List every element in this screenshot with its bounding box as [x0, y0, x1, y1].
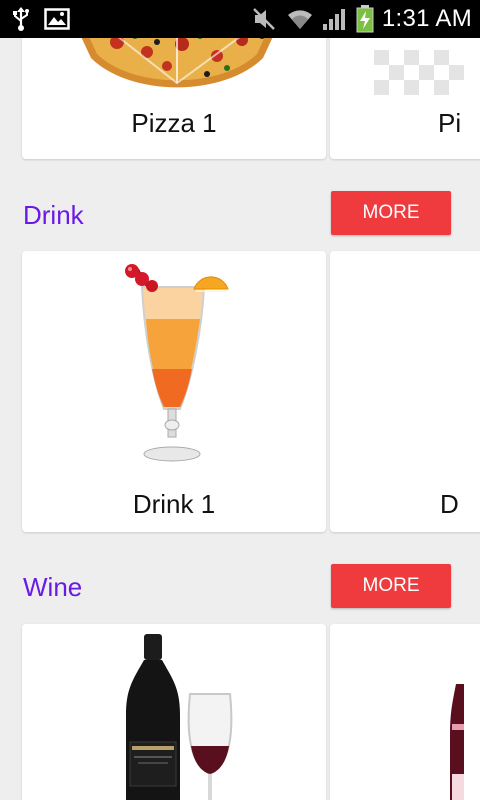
pizza-label-1: Pizza 1	[131, 108, 217, 138]
usb-icon	[12, 6, 30, 32]
pizza-image	[77, 38, 277, 95]
cocktail-image	[122, 259, 232, 474]
pizza-card-1[interactable]: Pizza 1	[22, 38, 326, 159]
drink-card-1[interactable]: Drink 1	[22, 251, 326, 532]
battery-charging-icon	[356, 5, 374, 33]
section-title-wine: Wine	[23, 572, 83, 602]
wine-card-1[interactable]	[22, 624, 326, 800]
pizza-card-2[interactable]: Pi	[330, 38, 480, 159]
pizza-label-2: Pi	[438, 108, 462, 138]
wine-card-2[interactable]	[330, 624, 480, 800]
signal-icon	[322, 7, 348, 31]
image-icon	[44, 8, 70, 30]
mute-icon	[252, 7, 278, 31]
wine-bottle-glass-image	[120, 634, 240, 800]
section-title-drink: Drink	[23, 200, 84, 230]
content-area[interactable]: Pizza 1 Pi Drink MORE Drink 1 D Wine MOR…	[0, 38, 480, 800]
drink-card-2[interactable]: D	[330, 251, 480, 532]
wine-bottle-image	[448, 684, 464, 800]
wine-more-button[interactable]: MORE	[331, 564, 451, 608]
transparent-placeholder-image	[374, 50, 464, 101]
status-bar: 1:31 AM	[0, 0, 480, 38]
status-time: 1:31 AM	[381, 5, 472, 32]
drink-label-2: D	[440, 489, 459, 519]
drink-label-1: Drink 1	[132, 489, 216, 519]
drink-more-button[interactable]: MORE	[331, 191, 451, 235]
wifi-icon	[286, 7, 314, 31]
